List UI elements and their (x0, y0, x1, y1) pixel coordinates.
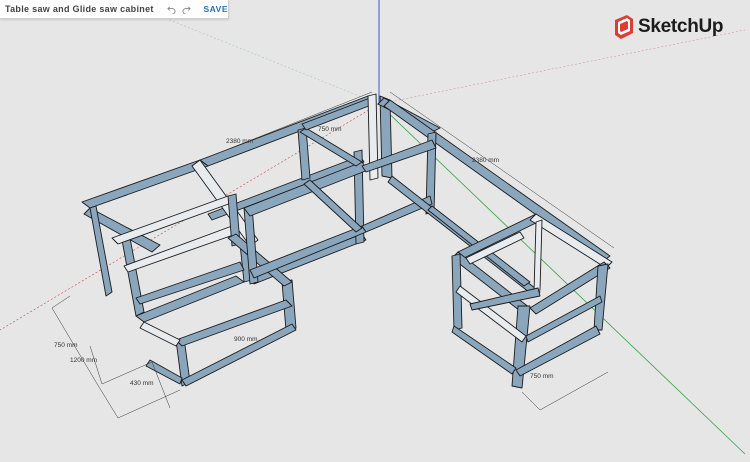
dim-short-depth: 750 mm (318, 126, 341, 133)
back-rail-low (249, 233, 367, 285)
dim-left-height: 750 mm (54, 342, 77, 349)
document-toolbar: Table saw and Glide saw cabinet SAVE (0, 0, 229, 19)
brand-name: SketchUp (638, 16, 724, 37)
sketchup-logo: SketchUp (613, 14, 724, 40)
right-end-leg-4 (533, 219, 543, 293)
dim-left-width: 430 mm (130, 380, 153, 387)
dim-inner-span: 900 mm (234, 336, 257, 343)
sketchup-logo-icon (615, 15, 633, 39)
center-front-low (249, 225, 367, 279)
cabinet-frame[interactable] (81, 93, 613, 389)
red-axis-neg (378, 29, 746, 105)
dim-top-right: 2380 mm (472, 157, 499, 164)
left-side-front (139, 321, 181, 347)
save-button[interactable]: SAVE (203, 4, 228, 14)
redo-icon[interactable] (182, 2, 192, 16)
center-side-top (299, 127, 363, 167)
right-end-bottom-front (451, 325, 517, 375)
document-title[interactable]: Table saw and Glide saw cabinet (5, 4, 154, 14)
right-end-bottom-right (515, 325, 601, 377)
center-side-low (303, 179, 363, 233)
dim-right-height: 750 mm (530, 373, 553, 380)
dim-top-left: 2380 mm (226, 138, 253, 145)
dim-left-depth: 1200 mm (70, 357, 97, 364)
undo-icon[interactable] (167, 2, 177, 16)
left-leg-1 (121, 237, 145, 317)
canvas-svg[interactable]: 2380 mm 750 mm 2380 mm 750 mm 1200 mm 43… (0, 0, 750, 457)
left-top-back (81, 159, 209, 209)
model-viewport[interactable]: 2380 mm 750 mm 2380 mm 750 mm 1200 mm 43… (0, 0, 750, 457)
